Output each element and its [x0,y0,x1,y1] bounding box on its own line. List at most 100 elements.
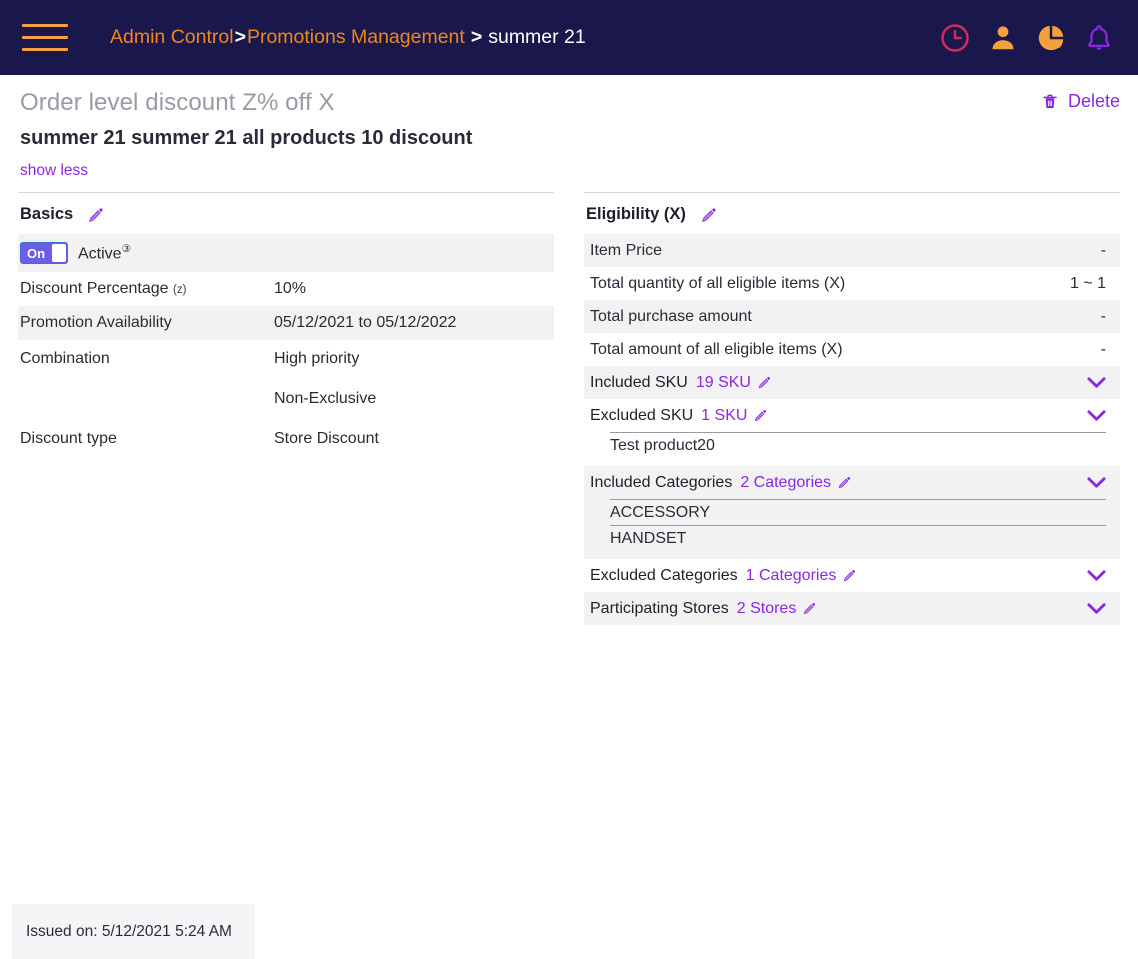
help-icon[interactable]: ③ [122,243,131,255]
active-toggle-state: On [27,245,46,261]
pencil-icon[interactable] [842,568,857,583]
excluded-sku-items: Test product20 [590,432,1106,466]
row-label: Participating Stores [590,599,729,617]
table-row: Total amount of all eligible items (X) - [584,333,1120,366]
page-title: Order level discount Z% off X [20,89,335,116]
table-row: Discount type Store Discount [18,422,554,456]
table-row: Total purchase amount - [584,300,1120,333]
excluded-categories-group: Excluded Categories 1 Categories [584,559,1120,592]
row-label: Combination [20,350,110,367]
participating-stores-header[interactable]: Participating Stores 2 Stores [590,592,1106,625]
user-icon[interactable] [988,23,1018,53]
row-value: - [1100,340,1106,358]
excluded-sku-group: Excluded SKU 1 SKU Test product20 [584,399,1120,466]
basics-panel: Basics On Active③ Discount Percentage (z… [18,192,554,456]
row-label-subscript: (z) [172,284,187,296]
row-label: Total quantity of all eligible items (X) [590,274,846,292]
row-label: Item Price [590,241,663,259]
table-row: Item Price - [584,234,1120,267]
clock-icon[interactable] [940,23,970,53]
pie-chart-icon[interactable] [1036,23,1066,53]
pencil-icon[interactable] [757,375,772,390]
active-toggle-row: On Active③ [18,234,554,272]
table-row: Combination High priority Non-Exclusive [18,340,554,422]
included-sku-group: Included SKU 19 SKU [584,366,1120,399]
row-label: Included Categories [590,473,733,491]
hamburger-bar [22,24,68,27]
row-label: Included SKU [590,373,688,391]
excluded-sku-header[interactable]: Excluded SKU 1 SKU [590,399,1106,432]
chevron-down-icon[interactable] [1075,569,1106,582]
table-row: Discount Percentage (z) 10% [18,272,554,306]
row-value: - [1100,241,1106,259]
breadcrumb-separator: > [234,26,246,48]
included-categories-items: ACCESSORY HANDSET [590,499,1106,559]
pencil-icon[interactable] [87,206,105,224]
pencil-icon[interactable] [802,601,817,616]
row-value: High priority Non-Exclusive [274,350,552,408]
row-label: Total purchase amount [590,307,752,325]
participating-stores-link[interactable]: 2 Stores [737,600,797,618]
delete-button[interactable]: Delete [1041,91,1120,112]
hamburger-menu-icon[interactable] [22,18,68,58]
included-categories-group: Included Categories 2 Categories ACCESSO… [584,466,1120,559]
breadcrumb-current-page: summer 21 [488,26,586,48]
details-columns: Basics On Active③ Discount Percentage (z… [0,192,1138,625]
breadcrumb-admin-control[interactable]: Admin Control [110,26,234,49]
combination-priority: High priority [274,350,360,367]
breadcrumb-separator: > [470,26,483,48]
show-less-toggle[interactable]: show less [20,162,88,180]
bell-icon[interactable] [1084,23,1114,53]
included-categories-link[interactable]: 2 Categories [740,474,831,492]
active-label-text: Active [78,245,122,263]
table-row: Total quantity of all eligible items (X)… [584,267,1120,300]
row-label: Discount type [20,430,117,447]
active-toggle[interactable]: On [20,242,68,264]
row-label: Discount Percentage (z) [20,280,274,298]
eligibility-panel: Eligibility (X) Item Price - Total quant… [584,192,1120,625]
pencil-icon[interactable] [837,475,852,490]
delete-label: Delete [1067,91,1120,111]
row-label: Total amount of all eligible items (X) [590,340,843,358]
toggle-knob [52,244,66,262]
excluded-sku-link[interactable]: 1 SKU [701,407,747,425]
included-categories-header[interactable]: Included Categories 2 Categories [590,466,1106,499]
excluded-categories-header[interactable]: Excluded Categories 1 Categories [590,559,1106,592]
breadcrumb-promotions-management[interactable]: Promotions Management [247,26,465,49]
top-bar-icon-group [940,23,1114,53]
chevron-down-icon[interactable] [1075,476,1106,489]
basics-heading: Basics [20,205,74,223]
hamburger-bar [22,36,68,39]
participating-stores-group: Participating Stores 2 Stores [584,592,1120,625]
trash-icon [1041,92,1059,111]
list-item: HANDSET [610,525,1106,551]
breadcrumb: Admin Control > Promotions Management > … [110,26,586,49]
excluded-categories-link[interactable]: 1 Categories [746,567,837,585]
top-navigation-bar: Admin Control > Promotions Management > … [0,0,1138,75]
row-value: 05/12/2021 to 05/12/2022 [274,314,457,331]
eligibility-heading: Eligibility (X) [586,205,686,223]
row-label: Excluded SKU [590,406,694,424]
row-label: Excluded Categories [590,566,738,584]
row-value: 10% [274,280,307,297]
chevron-down-icon[interactable] [1075,376,1106,389]
chevron-down-icon[interactable] [1075,409,1106,422]
issued-on-banner: Issued on: 5/12/2021 5:24 AM [12,904,255,959]
promotion-name: summer 21 summer 21 all products 10 disc… [20,127,473,149]
list-item: ACCESSORY [610,499,1106,525]
included-sku-header[interactable]: Included SKU 19 SKU [590,366,1106,399]
combination-exclusivity: Non-Exclusive [274,390,377,407]
eligibility-section-header: Eligibility (X) [584,192,1120,234]
page-header: Order level discount Z% off X summer 21 … [0,75,1138,192]
included-sku-link[interactable]: 19 SKU [696,374,751,392]
active-label: Active③ [78,243,131,263]
table-row: Promotion Availability 05/12/2021 to 05/… [18,306,554,340]
basics-section-header: Basics [18,192,554,234]
row-value: Store Discount [274,430,379,447]
pencil-icon[interactable] [700,206,718,224]
chevron-down-icon[interactable] [1075,602,1106,615]
pencil-icon[interactable] [753,408,768,423]
list-item: Test product20 [610,432,1106,458]
row-label-text: Discount Percentage [20,280,169,297]
row-label: Promotion Availability [20,314,172,331]
